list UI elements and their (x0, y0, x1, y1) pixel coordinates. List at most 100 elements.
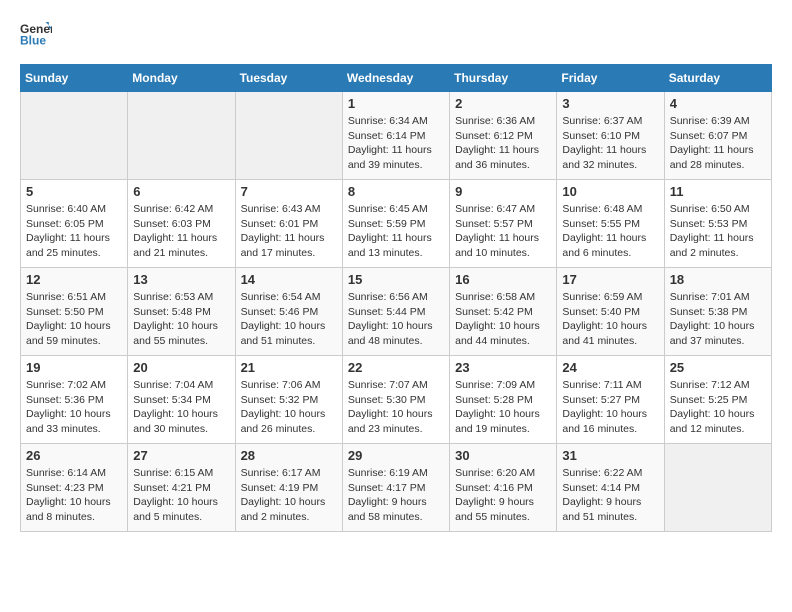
calendar-cell: 12 Sunrise: 6:51 AMSunset: 5:50 PMDayligh… (21, 268, 128, 356)
day-number: 12 (26, 272, 122, 287)
weekday-header: Saturday (664, 65, 771, 92)
day-number: 22 (348, 360, 444, 375)
calendar-cell: 22 Sunrise: 7:07 AMSunset: 5:30 PMDayligh… (342, 356, 449, 444)
day-info: Sunrise: 7:06 AMSunset: 5:32 PMDaylight:… (241, 378, 337, 437)
calendar-header-row: SundayMondayTuesdayWednesdayThursdayFrid… (21, 65, 772, 92)
day-info: Sunrise: 6:56 AMSunset: 5:44 PMDaylight:… (348, 290, 444, 349)
day-info: Sunrise: 7:07 AMSunset: 5:30 PMDaylight:… (348, 378, 444, 437)
day-number: 29 (348, 448, 444, 463)
calendar-cell: 27 Sunrise: 6:15 AMSunset: 4:21 PMDayligh… (128, 444, 235, 532)
day-number: 6 (133, 184, 229, 199)
calendar-cell: 5 Sunrise: 6:40 AMSunset: 6:05 PMDaylight… (21, 180, 128, 268)
calendar-cell: 7 Sunrise: 6:43 AMSunset: 6:01 PMDaylight… (235, 180, 342, 268)
day-number: 17 (562, 272, 658, 287)
day-number: 9 (455, 184, 551, 199)
day-info: Sunrise: 6:54 AMSunset: 5:46 PMDaylight:… (241, 290, 337, 349)
day-info: Sunrise: 6:43 AMSunset: 6:01 PMDaylight:… (241, 202, 337, 261)
calendar-cell: 16 Sunrise: 6:58 AMSunset: 5:42 PMDayligh… (450, 268, 557, 356)
calendar-cell: 10 Sunrise: 6:48 AMSunset: 5:55 PMDayligh… (557, 180, 664, 268)
day-number: 14 (241, 272, 337, 287)
calendar-cell: 29 Sunrise: 6:19 AMSunset: 4:17 PMDayligh… (342, 444, 449, 532)
calendar-cell: 28 Sunrise: 6:17 AMSunset: 4:19 PMDayligh… (235, 444, 342, 532)
day-number: 19 (26, 360, 122, 375)
day-info: Sunrise: 6:58 AMSunset: 5:42 PMDaylight:… (455, 290, 551, 349)
calendar-cell: 26 Sunrise: 6:14 AMSunset: 4:23 PMDayligh… (21, 444, 128, 532)
day-info: Sunrise: 6:37 AMSunset: 6:10 PMDaylight:… (562, 114, 658, 173)
calendar-cell: 25 Sunrise: 7:12 AMSunset: 5:25 PMDayligh… (664, 356, 771, 444)
calendar-week-row: 5 Sunrise: 6:40 AMSunset: 6:05 PMDaylight… (21, 180, 772, 268)
day-number: 3 (562, 96, 658, 111)
day-info: Sunrise: 6:39 AMSunset: 6:07 PMDaylight:… (670, 114, 766, 173)
day-number: 7 (241, 184, 337, 199)
day-info: Sunrise: 6:15 AMSunset: 4:21 PMDaylight:… (133, 466, 229, 525)
day-number: 1 (348, 96, 444, 111)
day-number: 24 (562, 360, 658, 375)
day-info: Sunrise: 6:19 AMSunset: 4:17 PMDaylight:… (348, 466, 444, 525)
calendar-cell: 15 Sunrise: 6:56 AMSunset: 5:44 PMDayligh… (342, 268, 449, 356)
calendar-week-row: 19 Sunrise: 7:02 AMSunset: 5:36 PMDayligh… (21, 356, 772, 444)
calendar-cell: 23Sunrise: 7:09 AMSunset: 5:28 PMDayligh… (450, 356, 557, 444)
calendar-cell (235, 92, 342, 180)
calendar-cell: 14 Sunrise: 6:54 AMSunset: 5:46 PMDayligh… (235, 268, 342, 356)
day-info: Sunrise: 6:59 AMSunset: 5:40 PMDaylight:… (562, 290, 658, 349)
day-number: 26 (26, 448, 122, 463)
logo-icon: General Blue (20, 20, 52, 48)
svg-text:Blue: Blue (20, 33, 46, 47)
calendar-cell: 3 Sunrise: 6:37 AMSunset: 6:10 PMDaylight… (557, 92, 664, 180)
calendar-cell: 13 Sunrise: 6:53 AMSunset: 5:48 PMDayligh… (128, 268, 235, 356)
day-number: 2 (455, 96, 551, 111)
calendar-cell: 21 Sunrise: 7:06 AMSunset: 5:32 PMDayligh… (235, 356, 342, 444)
day-number: 4 (670, 96, 766, 111)
day-number: 5 (26, 184, 122, 199)
calendar-cell: 8 Sunrise: 6:45 AMSunset: 5:59 PMDaylight… (342, 180, 449, 268)
day-number: 13 (133, 272, 229, 287)
day-info: Sunrise: 7:04 AMSunset: 5:34 PMDaylight:… (133, 378, 229, 437)
day-info: Sunrise: 6:51 AMSunset: 5:50 PMDaylight:… (26, 290, 122, 349)
weekday-header: Sunday (21, 65, 128, 92)
calendar-cell (664, 444, 771, 532)
day-info: Sunrise: 6:20 AMSunset: 4:16 PMDaylight:… (455, 466, 551, 525)
day-number: 27 (133, 448, 229, 463)
calendar-week-row: 26 Sunrise: 6:14 AMSunset: 4:23 PMDayligh… (21, 444, 772, 532)
day-number: 20 (133, 360, 229, 375)
day-info: Sunrise: 6:14 AMSunset: 4:23 PMDaylight:… (26, 466, 122, 525)
day-info: Sunrise: 7:11 AMSunset: 5:27 PMDaylight:… (562, 378, 658, 437)
day-number: 21 (241, 360, 337, 375)
day-info: Sunrise: 6:48 AMSunset: 5:55 PMDaylight:… (562, 202, 658, 261)
calendar-cell: 20 Sunrise: 7:04 AMSunset: 5:34 PMDayligh… (128, 356, 235, 444)
calendar-cell: 11 Sunrise: 6:50 AMSunset: 5:53 PMDayligh… (664, 180, 771, 268)
day-number: 28 (241, 448, 337, 463)
day-info: Sunrise: 6:53 AMSunset: 5:48 PMDaylight:… (133, 290, 229, 349)
day-info: Sunrise: 7:02 AMSunset: 5:36 PMDaylight:… (26, 378, 122, 437)
day-number: 31 (562, 448, 658, 463)
day-number: 15 (348, 272, 444, 287)
logo: General Blue (20, 20, 56, 48)
day-number: 25 (670, 360, 766, 375)
weekday-header: Tuesday (235, 65, 342, 92)
calendar-cell: 6 Sunrise: 6:42 AMSunset: 6:03 PMDaylight… (128, 180, 235, 268)
calendar-cell: 31 Sunrise: 6:22 AMSunset: 4:14 PMDayligh… (557, 444, 664, 532)
calendar-cell: 18Sunrise: 7:01 AMSunset: 5:38 PMDayligh… (664, 268, 771, 356)
day-number: 16 (455, 272, 551, 287)
calendar-cell (128, 92, 235, 180)
calendar-cell: 24 Sunrise: 7:11 AMSunset: 5:27 PMDayligh… (557, 356, 664, 444)
day-info: Sunrise: 6:17 AMSunset: 4:19 PMDaylight:… (241, 466, 337, 525)
day-info: Sunrise: 6:50 AMSunset: 5:53 PMDaylight:… (670, 202, 766, 261)
calendar-cell (21, 92, 128, 180)
weekday-header: Friday (557, 65, 664, 92)
day-info: Sunrise: 6:42 AMSunset: 6:03 PMDaylight:… (133, 202, 229, 261)
day-info: Sunrise: 6:22 AMSunset: 4:14 PMDaylight:… (562, 466, 658, 525)
day-info: Sunrise: 7:12 AMSunset: 5:25 PMDaylight:… (670, 378, 766, 437)
weekday-header: Wednesday (342, 65, 449, 92)
day-number: 10 (562, 184, 658, 199)
weekday-header: Thursday (450, 65, 557, 92)
day-number: 11 (670, 184, 766, 199)
calendar-cell: 17 Sunrise: 6:59 AMSunset: 5:40 PMDayligh… (557, 268, 664, 356)
calendar-cell: 1Sunrise: 6:34 AMSunset: 6:14 PMDaylight… (342, 92, 449, 180)
day-number: 8 (348, 184, 444, 199)
day-info: Sunrise: 6:45 AMSunset: 5:59 PMDaylight:… (348, 202, 444, 261)
calendar-cell: 2 Sunrise: 6:36 AMSunset: 6:12 PMDaylight… (450, 92, 557, 180)
day-info: Sunrise: 6:36 AMSunset: 6:12 PMDaylight:… (455, 114, 551, 173)
day-info: Sunrise: 6:40 AMSunset: 6:05 PMDaylight:… (26, 202, 122, 261)
day-number: 23 (455, 360, 551, 375)
